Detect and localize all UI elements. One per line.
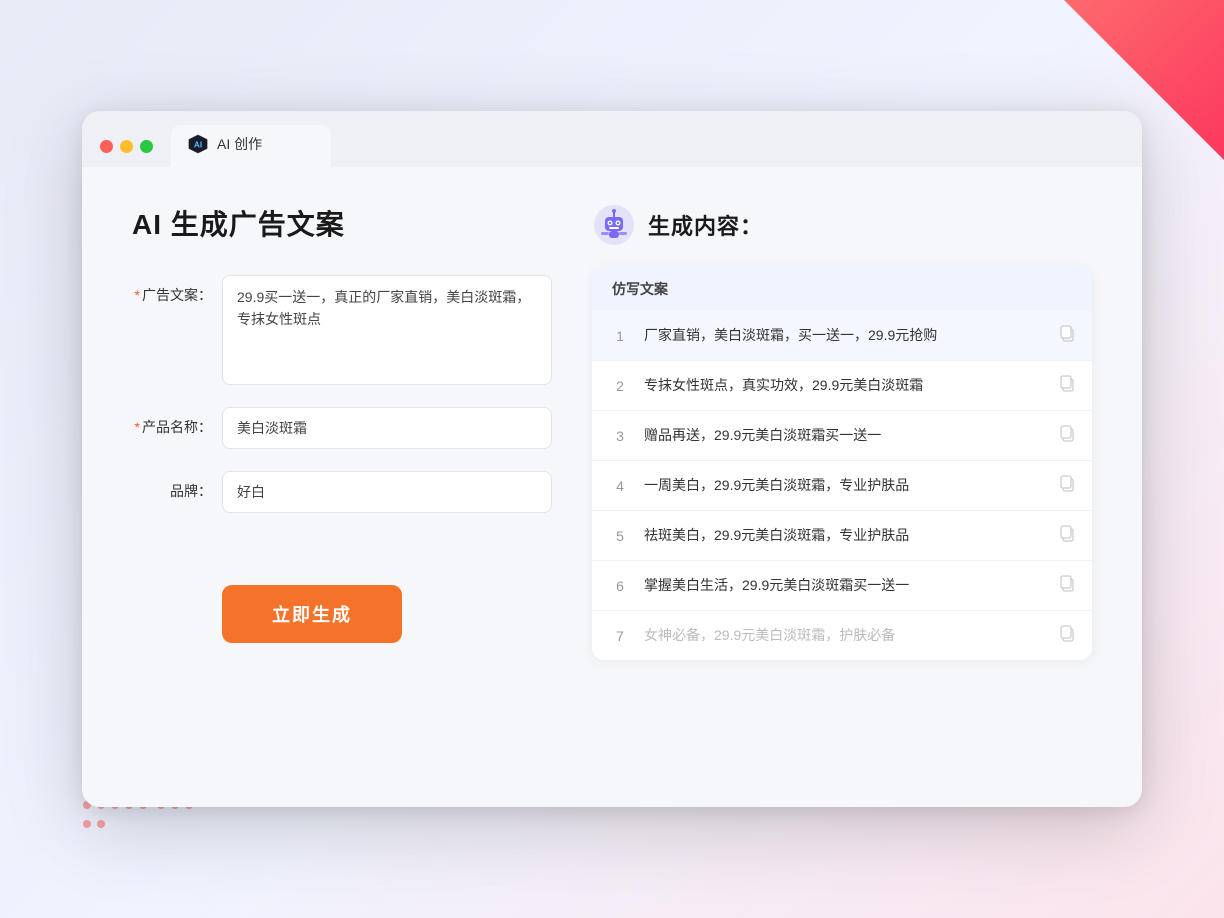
copy-icon[interactable] [1058, 374, 1076, 397]
browser-window: AI AI 创作 AI 生成广告文案 *广告文案： *产品名称： [82, 111, 1142, 807]
row-text: 厂家直销，美白淡斑霜，买一送一，29.9元抢购 [644, 325, 1046, 346]
table-row: 7 女神必备，29.9元美白淡斑霜，护肤必备 [592, 611, 1092, 660]
traffic-lights [100, 140, 153, 167]
left-panel: AI 生成广告文案 *广告文案： *产品名称： 品牌： 立 [132, 203, 552, 767]
ad-copy-input[interactable] [222, 275, 552, 385]
table-row: 3 赠品再送，29.9元美白淡斑霜买一送一 [592, 411, 1092, 461]
product-name-group: *产品名称： [132, 407, 552, 449]
product-name-input[interactable] [222, 407, 552, 449]
copy-icon[interactable] [1058, 524, 1076, 547]
table-header: 仿写文案 [592, 267, 1092, 311]
table-row: 1 厂家直销，美白淡斑霜，买一送一，29.9元抢购 [592, 311, 1092, 361]
right-panel: 生成内容： 仿写文案 1 厂家直销，美白淡斑霜，买一送一，29.9元抢购 2 专抹女性… [592, 203, 1092, 767]
copy-icon[interactable] [1058, 424, 1076, 447]
product-name-required: * [135, 419, 140, 435]
table-row: 2 专抹女性斑点，真实功效，29.9元美白淡斑霜 [592, 361, 1092, 411]
copy-icon[interactable] [1058, 624, 1076, 647]
tab-label: AI 创作 [217, 134, 262, 154]
result-table: 仿写文案 1 厂家直销，美白淡斑霜，买一送一，29.9元抢购 2 专抹女性斑点，真实功… [592, 267, 1092, 660]
copy-icon[interactable] [1058, 574, 1076, 597]
row-text: 女神必备，29.9元美白淡斑霜，护肤必备 [644, 625, 1046, 646]
traffic-light-maximize[interactable] [140, 140, 153, 153]
product-name-label: *产品名称： [132, 407, 222, 437]
brand-label: 品牌： [132, 471, 222, 501]
ad-copy-group: *广告文案： [132, 275, 552, 385]
table-row: 5 祛斑美白，29.9元美白淡斑霜，专业护肤品 [592, 511, 1092, 561]
result-title: 生成内容： [648, 209, 763, 241]
copy-icon[interactable] [1058, 474, 1076, 497]
row-number: 5 [608, 528, 632, 544]
bg-decoration-dots [80, 798, 200, 858]
page-title: AI 生成广告文案 [132, 203, 552, 243]
browser-content: AI 生成广告文案 *广告文案： *产品名称： 品牌： 立 [82, 167, 1142, 807]
robot-icon [592, 203, 636, 247]
row-number: 2 [608, 378, 632, 394]
brand-input[interactable] [222, 471, 552, 513]
ad-copy-label: *广告文案： [132, 275, 222, 305]
brand-group: 品牌： [132, 471, 552, 513]
row-number: 4 [608, 478, 632, 494]
traffic-light-close[interactable] [100, 140, 113, 153]
copy-icon[interactable] [1058, 324, 1076, 347]
row-text: 掌握美白生活，29.9元美白淡斑霜买一送一 [644, 575, 1046, 596]
browser-tab[interactable]: AI AI 创作 [171, 125, 331, 167]
result-header: 生成内容： [592, 203, 1092, 247]
row-text: 赠品再送，29.9元美白淡斑霜买一送一 [644, 425, 1046, 446]
table-row: 6 掌握美白生活，29.9元美白淡斑霜买一送一 [592, 561, 1092, 611]
svg-text:AI: AI [194, 141, 202, 150]
row-number: 6 [608, 578, 632, 594]
ai-tab-icon: AI [187, 133, 209, 155]
row-number: 1 [608, 328, 632, 344]
row-text: 祛斑美白，29.9元美白淡斑霜，专业护肤品 [644, 525, 1046, 546]
row-number: 3 [608, 428, 632, 444]
browser-chrome: AI AI 创作 [82, 111, 1142, 167]
table-row: 4 一周美白，29.9元美白淡斑霜，专业护肤品 [592, 461, 1092, 511]
row-text: 一周美白，29.9元美白淡斑霜，专业护肤品 [644, 475, 1046, 496]
traffic-light-minimize[interactable] [120, 140, 133, 153]
generate-button[interactable]: 立即生成 [222, 585, 402, 643]
ad-copy-required: * [135, 287, 140, 303]
row-text: 专抹女性斑点，真实功效，29.9元美白淡斑霜 [644, 375, 1046, 396]
row-number: 7 [608, 628, 632, 644]
result-rows-container: 1 厂家直销，美白淡斑霜，买一送一，29.9元抢购 2 专抹女性斑点，真实功效，29.… [592, 311, 1092, 660]
